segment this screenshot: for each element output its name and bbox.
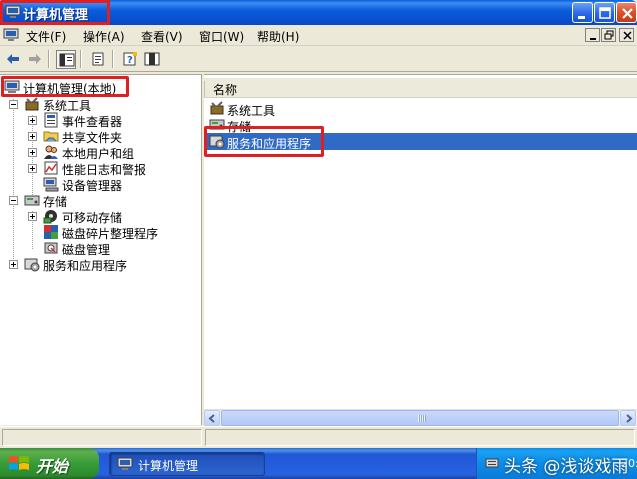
help-icon: ? <box>123 52 137 66</box>
tree-item-disk-management[interactable]: 磁盘管理 <box>43 240 163 257</box>
menu-window[interactable]: 窗口(W) <box>199 28 244 45</box>
mdi-minimize-button[interactable] <box>585 28 600 42</box>
show-hide-action-pane-button[interactable] <box>142 50 162 69</box>
toolbar-separator <box>112 50 114 68</box>
tree-item-performance-logs[interactable]: 性能日志和警报 <box>43 160 173 177</box>
show-hide-tree-button[interactable] <box>56 50 76 69</box>
help-button[interactable]: ? <box>120 50 140 69</box>
users-icon <box>44 145 58 159</box>
mdi-close-button[interactable] <box>619 28 634 42</box>
close-icon <box>622 8 633 19</box>
close-button[interactable] <box>616 2 637 23</box>
expander-storage[interactable] <box>9 196 18 205</box>
toolbox-icon <box>25 97 39 111</box>
back-button[interactable] <box>3 50 23 69</box>
tree-connector <box>32 115 33 201</box>
start-label: 开始 <box>36 457 69 476</box>
expander-performance-logs[interactable] <box>28 164 37 173</box>
show-hide-action-pane-icon <box>144 52 160 66</box>
mdi-restore-button[interactable] <box>601 28 616 42</box>
storage-icon <box>24 195 40 206</box>
properties-icon <box>92 52 104 66</box>
toolbar: ? <box>0 47 637 72</box>
status-panel <box>205 429 635 446</box>
tree-item-shared-folders[interactable]: 共享文件夹 <box>43 128 163 145</box>
watermark: 头条 @浅谈戏雨 <box>504 457 629 477</box>
computer-management-window: 计算机管理 文件(F) 操作(A) 查看(V) 窗口(W) 帮助(H) ? 计算… <box>0 0 637 479</box>
toolbox-icon <box>210 101 224 115</box>
removable-storage-icon <box>43 210 57 224</box>
column-divider <box>204 81 205 97</box>
minimize-icon <box>590 38 596 40</box>
expander-local-users[interactable] <box>28 148 37 157</box>
chevron-right-icon <box>626 414 633 423</box>
computer-icon <box>117 457 133 470</box>
column-header-name[interactable]: 名称 <box>204 78 637 98</box>
taskbar-item-computer-management[interactable]: 计算机管理 <box>109 452 265 476</box>
status-panel <box>2 429 202 446</box>
list-item-system-tools[interactable]: 系统工具 <box>207 100 327 118</box>
services-icon <box>24 258 40 272</box>
performance-icon <box>44 161 58 175</box>
toolbar-separator <box>48 50 50 68</box>
tree-item-event-viewer[interactable]: 事件查看器 <box>43 112 163 129</box>
keyboard-icon[interactable] <box>485 457 499 469</box>
scroll-thumb[interactable] <box>221 410 619 426</box>
tree-item-system-tools[interactable]: 系统工具 <box>24 96 134 113</box>
expander-system-tools[interactable] <box>9 100 18 109</box>
menu-view[interactable]: 查看(V) <box>141 28 183 45</box>
minimize-icon <box>578 16 585 19</box>
forward-arrow-icon <box>29 54 41 64</box>
chevron-left-icon <box>208 414 215 423</box>
scroll-left-button[interactable] <box>204 410 220 426</box>
menu-bar: 文件(F) 操作(A) 查看(V) 窗口(W) 帮助(H) <box>0 25 637 46</box>
taskbar-item-label: 计算机管理 <box>138 459 199 473</box>
svg-text:?: ? <box>127 55 133 66</box>
annotation-box-services <box>204 126 324 157</box>
tree-item-removable-storage[interactable]: 可移动存储 <box>43 208 163 225</box>
menu-help[interactable]: 帮助(H) <box>257 28 299 45</box>
device-manager-icon <box>43 177 59 192</box>
tree-item-device-manager[interactable]: 设备管理器 <box>43 176 163 193</box>
shared-folder-icon <box>43 131 59 142</box>
tree-pane: 计算机管理(本地) 系统工具 事件查看器 共享文件夹 本地用户和组 性能日志和警… <box>0 74 202 425</box>
tree-item-disk-defragmenter[interactable]: 磁盘碎片整理程序 <box>43 224 193 241</box>
scroll-right-button[interactable] <box>620 410 636 426</box>
event-viewer-icon <box>44 112 58 128</box>
annotation-box-title <box>0 0 110 25</box>
maximize-button[interactable] <box>594 2 615 23</box>
horizontal-scrollbar[interactable] <box>204 409 637 426</box>
restore-icon <box>604 30 614 40</box>
disk-management-icon <box>44 242 58 254</box>
computer-icon[interactable] <box>3 28 19 42</box>
tree-item-local-users[interactable]: 本地用户和组 <box>43 144 163 161</box>
scroll-grip <box>418 415 426 422</box>
expander-event-viewer[interactable] <box>28 116 37 125</box>
annotation-box-tree-root <box>1 76 129 97</box>
expander-removable-storage[interactable] <box>28 212 37 221</box>
expander-shared-folders[interactable] <box>28 132 37 141</box>
forward-button[interactable] <box>25 50 45 69</box>
defrag-icon <box>44 225 58 239</box>
menu-file[interactable]: 文件(F) <box>26 28 66 45</box>
tree-item-services-applications[interactable]: 服务和应用程序 <box>24 256 154 273</box>
start-button[interactable]: 开始 <box>0 448 99 479</box>
show-hide-tree-icon <box>59 53 75 67</box>
back-arrow-icon <box>7 54 19 64</box>
minimize-button[interactable] <box>572 2 593 23</box>
tree-item-label: 服务和应用程序 <box>43 259 128 273</box>
tree-item-storage[interactable]: 存储 <box>24 192 124 209</box>
windows-logo-icon <box>9 456 29 470</box>
tree-connector <box>13 99 14 265</box>
close-icon <box>623 31 632 40</box>
maximize-icon <box>599 7 611 19</box>
column-header-label: 名称 <box>213 83 238 97</box>
status-bar <box>0 426 637 448</box>
properties-button[interactable] <box>88 50 108 69</box>
toolbar-separator <box>80 50 82 68</box>
expander-services-applications[interactable] <box>9 260 18 269</box>
menu-action[interactable]: 操作(A) <box>83 28 125 45</box>
